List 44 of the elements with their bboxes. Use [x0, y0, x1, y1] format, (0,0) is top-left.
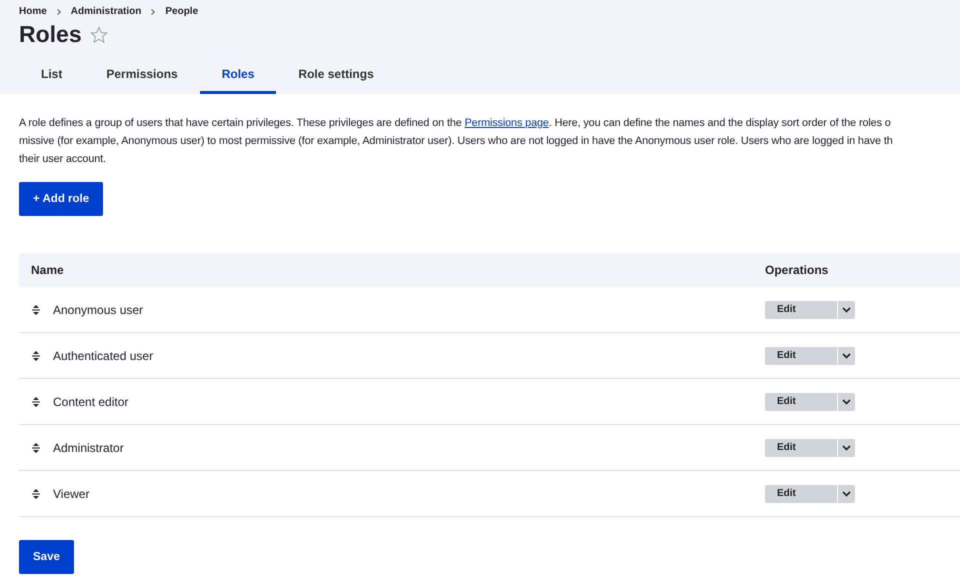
- dropdown-toggle[interactable]: [837, 438, 855, 456]
- dropdown-toggle[interactable]: [837, 484, 855, 502]
- chevron-down-icon: [842, 306, 851, 312]
- breadcrumb-link[interactable]: Administration: [70, 6, 142, 17]
- description-text: missive (for example, Anonymous user) to most permissive (for example, Administrator user). Users who are not logged in have the Anonymous user role. Users who are logged in have th: [19, 134, 894, 149]
- role-name: Viewer: [53, 486, 90, 500]
- edit-button[interactable]: Edit: [765, 392, 837, 410]
- description-text: A role defines a group of users that have certain privileges. These privileges are defined on the Permissions page. Here, you can define the names and the display sort order of the roles o: [19, 116, 892, 131]
- chevron-down-icon: [842, 444, 851, 450]
- dropdown-toggle[interactable]: [837, 300, 855, 318]
- chevron-down-icon: [842, 398, 851, 404]
- edit-button[interactable]: Edit: [765, 438, 837, 456]
- edit-button[interactable]: Edit: [765, 484, 837, 502]
- chevron-right-icon: [151, 8, 156, 14]
- page-title: Roles: [19, 21, 82, 48]
- tab[interactable]: List: [19, 58, 84, 94]
- star-icon[interactable]: [90, 26, 108, 44]
- breadcrumb-link[interactable]: People: [165, 6, 198, 17]
- edit-button[interactable]: Edit: [765, 346, 837, 364]
- role-name: Administrator: [53, 440, 124, 454]
- column-header: Name: [30, 263, 65, 277]
- permissions-link[interactable]: Permissions page: [464, 117, 549, 129]
- dropdown-toggle[interactable]: [837, 392, 855, 410]
- description-text: their user account.: [19, 152, 107, 167]
- drag-handle-icon[interactable]: [31, 488, 41, 498]
- tab[interactable]: Permissions: [84, 58, 200, 94]
- chevron-down-icon: [842, 352, 851, 358]
- chevron-down-icon: [842, 490, 851, 496]
- role-name: Authenticated user: [53, 348, 154, 362]
- drag-handle-icon[interactable]: [31, 350, 41, 360]
- role-name: Content editor: [53, 394, 128, 408]
- add-role-button[interactable]: + Add role: [19, 182, 104, 216]
- tab[interactable]: Role settings: [276, 58, 396, 94]
- role-name: Anonymous user: [53, 302, 144, 316]
- tab[interactable]: Roles: [200, 58, 276, 94]
- dropdown-toggle[interactable]: [837, 346, 855, 364]
- drag-handle-icon[interactable]: [31, 396, 41, 406]
- drag-handle-icon[interactable]: [31, 304, 41, 314]
- edit-button[interactable]: Edit: [765, 300, 837, 318]
- breadcrumb-link[interactable]: Home: [19, 6, 47, 17]
- chevron-right-icon: [56, 8, 61, 14]
- drag-handle-icon[interactable]: [31, 442, 41, 452]
- column-header: Operations: [764, 263, 830, 277]
- save-button[interactable]: Save: [19, 540, 74, 574]
